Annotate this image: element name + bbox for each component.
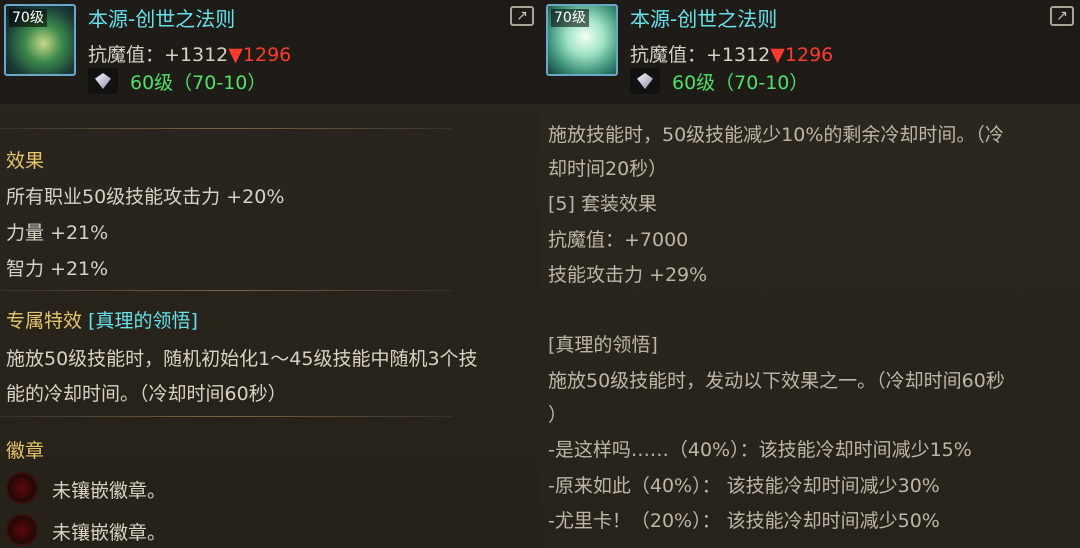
level-badge: 70级 bbox=[551, 9, 589, 27]
detail-line: 施放技能时，50级技能减少10%的剩余冷却时间。（冷 bbox=[548, 124, 1004, 146]
diamond-gem-icon bbox=[630, 68, 660, 94]
special-effect-name: [真理的领悟] bbox=[548, 334, 658, 356]
special-section-title: 专属特效 bbox=[6, 310, 83, 332]
divider bbox=[0, 416, 452, 417]
item-tooltip-right: 70级 本源-创世之法则 ↗ 抗魔值：+1312▼1296 60级（70-10）… bbox=[540, 0, 1080, 548]
item-details: 施放技能时，50级技能减少10%的剩余冷却时间。（冷 却时间20秒） [5] 套… bbox=[540, 104, 1080, 548]
divider bbox=[0, 290, 452, 291]
badge-section-title: 徽章 bbox=[6, 440, 45, 462]
item-name: 本源-创世之法则 bbox=[88, 7, 236, 31]
effect-line: 力量 +21% bbox=[6, 222, 109, 244]
diamond-gem-icon bbox=[88, 68, 118, 94]
detail-line: 施放50级技能时，发动以下效果之一。（冷却时间60秒 bbox=[548, 370, 1005, 392]
effect-line: 所有职业50级技能攻击力 +20% bbox=[6, 186, 285, 208]
item-icon: 70级 bbox=[4, 4, 76, 76]
detail-line: 技能攻击力 +29% bbox=[548, 264, 708, 286]
empty-badge-slot-icon[interactable] bbox=[8, 474, 36, 502]
detail-line: 抗魔值：+7000 bbox=[548, 229, 689, 251]
special-line: 能的冷却时间。（冷却时间60秒） bbox=[6, 383, 287, 405]
special-line: 施放50级技能时，随机初始化1～45级技能中随机3个技 bbox=[6, 348, 478, 370]
detail-line: ） bbox=[548, 404, 568, 426]
stat-decrease: ▼1296 bbox=[770, 44, 834, 66]
level-badge: 70级 bbox=[9, 9, 47, 27]
item-details: 效果 所有职业50级技能攻击力 +20% 力量 +21% 智力 +21% 专属特… bbox=[0, 104, 540, 548]
item-grade: 60级（70-10） bbox=[672, 72, 809, 94]
stat-decrease: ▼1296 bbox=[228, 44, 292, 66]
effect-line: 智力 +21% bbox=[6, 258, 109, 280]
item-icon: 70级 bbox=[546, 4, 618, 76]
special-effect-heading: 专属特效 [真理的领悟] bbox=[6, 306, 198, 333]
item-grade: 60级（70-10） bbox=[130, 72, 267, 94]
item-name: 本源-创世之法则 bbox=[630, 7, 778, 31]
empty-badge-slot-icon[interactable] bbox=[8, 516, 36, 544]
special-effect-name: [真理的领悟] bbox=[88, 310, 198, 332]
share-icon[interactable]: ↗ bbox=[1050, 6, 1074, 26]
item-header: 70级 本源-创世之法则 ↗ 抗魔值：+1312▼1296 60级（70-10） bbox=[540, 0, 1080, 104]
magic-defense-stat: 抗魔值：+1312▼1296 bbox=[88, 40, 291, 67]
item-header: 70级 本源-创世之法则 ↗ 抗魔值：+1312▼1296 60级（70-10） bbox=[0, 0, 540, 104]
effect-option: -尤里卡！（20%）： 该技能冷却时间减少50% bbox=[548, 510, 940, 532]
set-effect-title: [5] 套装效果 bbox=[548, 193, 657, 215]
divider bbox=[0, 128, 452, 129]
badge-slot-text: 未镶嵌徽章。 bbox=[52, 480, 167, 502]
effect-option: -是这样吗……（40%）：该技能冷却时间减少15% bbox=[548, 439, 972, 461]
effect-option: -原来如此（40%）： 该技能冷却时间减少30% bbox=[548, 475, 940, 497]
magic-defense-stat: 抗魔值：+1312▼1296 bbox=[630, 40, 833, 67]
detail-line: 却时间20秒） bbox=[548, 158, 668, 180]
share-icon[interactable]: ↗ bbox=[510, 6, 534, 26]
item-tooltip-left: 70级 本源-创世之法则 ↗ 抗魔值：+1312▼1296 60级（70-10）… bbox=[0, 0, 540, 548]
badge-slot-text: 未镶嵌徽章。 bbox=[52, 522, 167, 544]
effect-section-title: 效果 bbox=[6, 150, 45, 172]
stat-label: 抗魔值：+1312 bbox=[88, 44, 229, 66]
stat-label: 抗魔值：+1312 bbox=[630, 44, 771, 66]
